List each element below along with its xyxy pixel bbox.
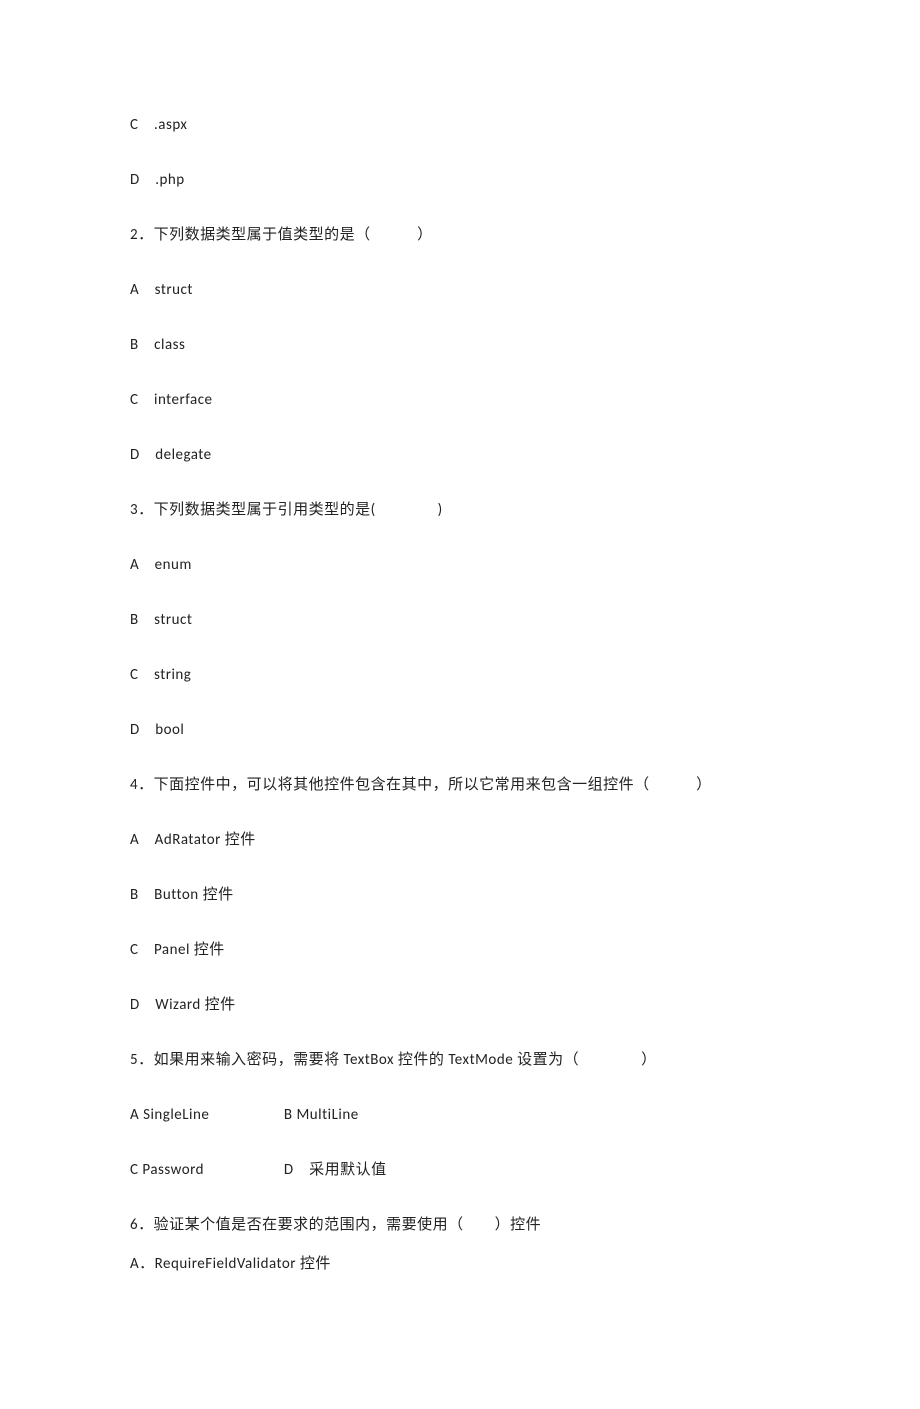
option-line: D .php bbox=[130, 170, 790, 191]
question-line: 5．如果用来输入密码，需要将 TextBox 控件的 TextMode 设置为（… bbox=[130, 1050, 790, 1071]
question-line: 6．验证某个值是否在要求的范围内，需要使用（ ）控件 bbox=[130, 1215, 790, 1236]
option-text: C Password bbox=[130, 1160, 280, 1181]
option-text: B MultiLine bbox=[284, 1106, 359, 1124]
option-line: C Panel 控件 bbox=[130, 940, 790, 961]
option-line: B struct bbox=[130, 610, 790, 631]
document-page: C .aspx D .php 2．下列数据类型属于值类型的是（ ） A stru… bbox=[0, 0, 920, 1409]
option-text: D 采用默认值 bbox=[284, 1161, 387, 1179]
option-row: A SingleLine B MultiLine bbox=[130, 1105, 790, 1126]
option-line: D Wizard 控件 bbox=[130, 995, 790, 1016]
option-line: D bool bbox=[130, 720, 790, 741]
option-row: C Password D 采用默认值 bbox=[130, 1160, 790, 1181]
option-line: B class bbox=[130, 335, 790, 356]
option-text: A SingleLine bbox=[130, 1105, 280, 1126]
question-line: 3．下列数据类型属于引用类型的是( ) bbox=[130, 500, 790, 521]
option-line: A AdRatator 控件 bbox=[130, 830, 790, 851]
option-line: C string bbox=[130, 665, 790, 686]
question-line: 4．下面控件中，可以将其他控件包含在其中，所以它常用来包含一组控件（ ） bbox=[130, 775, 790, 796]
option-line: A enum bbox=[130, 555, 790, 576]
option-line: A．RequireFieldValidator 控件 bbox=[130, 1254, 790, 1275]
option-line: B Button 控件 bbox=[130, 885, 790, 906]
option-line: D delegate bbox=[130, 445, 790, 466]
option-line: C interface bbox=[130, 390, 790, 411]
question-line: 2．下列数据类型属于值类型的是（ ） bbox=[130, 225, 790, 246]
option-line: C .aspx bbox=[130, 115, 790, 136]
option-line: A struct bbox=[130, 280, 790, 301]
